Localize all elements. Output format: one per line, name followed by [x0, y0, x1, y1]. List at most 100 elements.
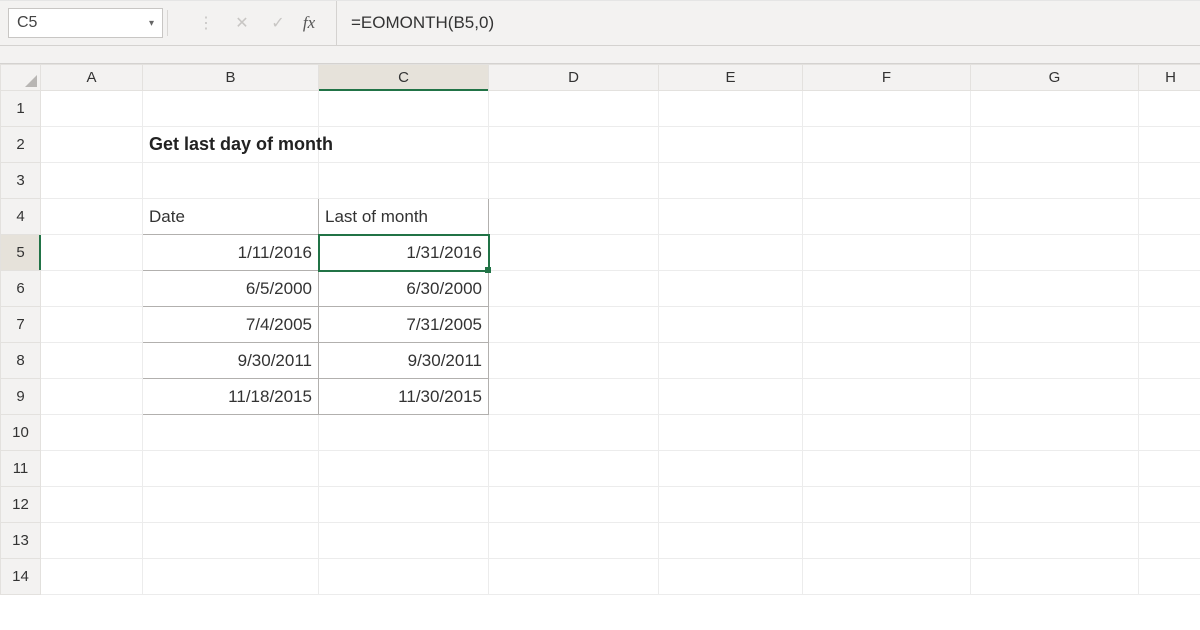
cell-G6[interactable]: [971, 271, 1139, 307]
cell-B5[interactable]: 1/11/2016: [143, 235, 319, 271]
row-header-11[interactable]: 11: [1, 451, 41, 487]
cell-B9[interactable]: 11/18/2015: [143, 379, 319, 415]
cell-G14[interactable]: [971, 559, 1139, 595]
cell-F13[interactable]: [803, 523, 971, 559]
column-header-C[interactable]: C: [319, 65, 489, 91]
cell-B10[interactable]: [143, 415, 319, 451]
cell-E3[interactable]: [659, 163, 803, 199]
cell-H9[interactable]: [1139, 379, 1200, 415]
column-header-D[interactable]: D: [489, 65, 659, 91]
cell-G10[interactable]: [971, 415, 1139, 451]
cell-E9[interactable]: [659, 379, 803, 415]
cell-A4[interactable]: [41, 199, 143, 235]
row-header-12[interactable]: 12: [1, 487, 41, 523]
cell-E8[interactable]: [659, 343, 803, 379]
cell-F14[interactable]: [803, 559, 971, 595]
cell-C5[interactable]: 1/31/2016: [319, 235, 489, 271]
cell-H2[interactable]: [1139, 127, 1200, 163]
cell-D8[interactable]: [489, 343, 659, 379]
cell-C1[interactable]: [319, 91, 489, 127]
cell-A8[interactable]: [41, 343, 143, 379]
cell-G5[interactable]: [971, 235, 1139, 271]
cell-C10[interactable]: [319, 415, 489, 451]
cell-G12[interactable]: [971, 487, 1139, 523]
row-header-14[interactable]: 14: [1, 559, 41, 595]
cell-C9[interactable]: 11/30/2015: [319, 379, 489, 415]
cell-G4[interactable]: [971, 199, 1139, 235]
cell-C3[interactable]: [319, 163, 489, 199]
cell-F6[interactable]: [803, 271, 971, 307]
cell-F10[interactable]: [803, 415, 971, 451]
cell-B11[interactable]: [143, 451, 319, 487]
cell-E7[interactable]: [659, 307, 803, 343]
cell-H4[interactable]: [1139, 199, 1200, 235]
cell-F11[interactable]: [803, 451, 971, 487]
cell-H13[interactable]: [1139, 523, 1200, 559]
cell-D4[interactable]: [489, 199, 659, 235]
column-header-E[interactable]: E: [659, 65, 803, 91]
cell-A9[interactable]: [41, 379, 143, 415]
row-header-8[interactable]: 8: [1, 343, 41, 379]
name-box-dropdown-icon[interactable]: ▾: [149, 18, 154, 29]
cell-A7[interactable]: [41, 307, 143, 343]
cell-A13[interactable]: [41, 523, 143, 559]
cell-D10[interactable]: [489, 415, 659, 451]
cell-D14[interactable]: [489, 559, 659, 595]
cell-G1[interactable]: [971, 91, 1139, 127]
select-all-corner[interactable]: [1, 65, 41, 91]
cell-F3[interactable]: [803, 163, 971, 199]
cell-E13[interactable]: [659, 523, 803, 559]
row-header-5[interactable]: 5: [1, 235, 41, 271]
column-header-F[interactable]: F: [803, 65, 971, 91]
cell-B2[interactable]: Get last day of month: [143, 127, 319, 163]
cell-H6[interactable]: [1139, 271, 1200, 307]
cell-E12[interactable]: [659, 487, 803, 523]
row-header-9[interactable]: 9: [1, 379, 41, 415]
spreadsheet-grid[interactable]: A B C D E F G H 1 2 Get last day of mont…: [0, 64, 1200, 595]
cell-C2[interactable]: [319, 127, 489, 163]
row-header-7[interactable]: 7: [1, 307, 41, 343]
cell-B7[interactable]: 7/4/2005: [143, 307, 319, 343]
cell-A14[interactable]: [41, 559, 143, 595]
cell-B3[interactable]: [143, 163, 319, 199]
cell-F12[interactable]: [803, 487, 971, 523]
cell-A12[interactable]: [41, 487, 143, 523]
cell-E10[interactable]: [659, 415, 803, 451]
cell-D1[interactable]: [489, 91, 659, 127]
cell-E2[interactable]: [659, 127, 803, 163]
insert-function-button[interactable]: fx: [296, 8, 332, 38]
cell-E6[interactable]: [659, 271, 803, 307]
row-header-4[interactable]: 4: [1, 199, 41, 235]
cell-C11[interactable]: [319, 451, 489, 487]
cell-D7[interactable]: [489, 307, 659, 343]
formula-input[interactable]: [345, 9, 1200, 37]
cell-E5[interactable]: [659, 235, 803, 271]
cell-A1[interactable]: [41, 91, 143, 127]
cell-C12[interactable]: [319, 487, 489, 523]
cell-H1[interactable]: [1139, 91, 1200, 127]
cell-D3[interactable]: [489, 163, 659, 199]
cell-E11[interactable]: [659, 451, 803, 487]
cell-B12[interactable]: [143, 487, 319, 523]
row-header-3[interactable]: 3: [1, 163, 41, 199]
cell-B14[interactable]: [143, 559, 319, 595]
cell-A3[interactable]: [41, 163, 143, 199]
cell-D11[interactable]: [489, 451, 659, 487]
column-header-B[interactable]: B: [143, 65, 319, 91]
cell-D6[interactable]: [489, 271, 659, 307]
cell-F4[interactable]: [803, 199, 971, 235]
row-header-1[interactable]: 1: [1, 91, 41, 127]
cell-G9[interactable]: [971, 379, 1139, 415]
cell-G3[interactable]: [971, 163, 1139, 199]
cell-E1[interactable]: [659, 91, 803, 127]
column-header-G[interactable]: G: [971, 65, 1139, 91]
cell-F2[interactable]: [803, 127, 971, 163]
cell-A5[interactable]: [41, 235, 143, 271]
cell-B13[interactable]: [143, 523, 319, 559]
cell-F7[interactable]: [803, 307, 971, 343]
cell-F8[interactable]: [803, 343, 971, 379]
cell-A11[interactable]: [41, 451, 143, 487]
cell-F9[interactable]: [803, 379, 971, 415]
cell-A10[interactable]: [41, 415, 143, 451]
cell-D9[interactable]: [489, 379, 659, 415]
